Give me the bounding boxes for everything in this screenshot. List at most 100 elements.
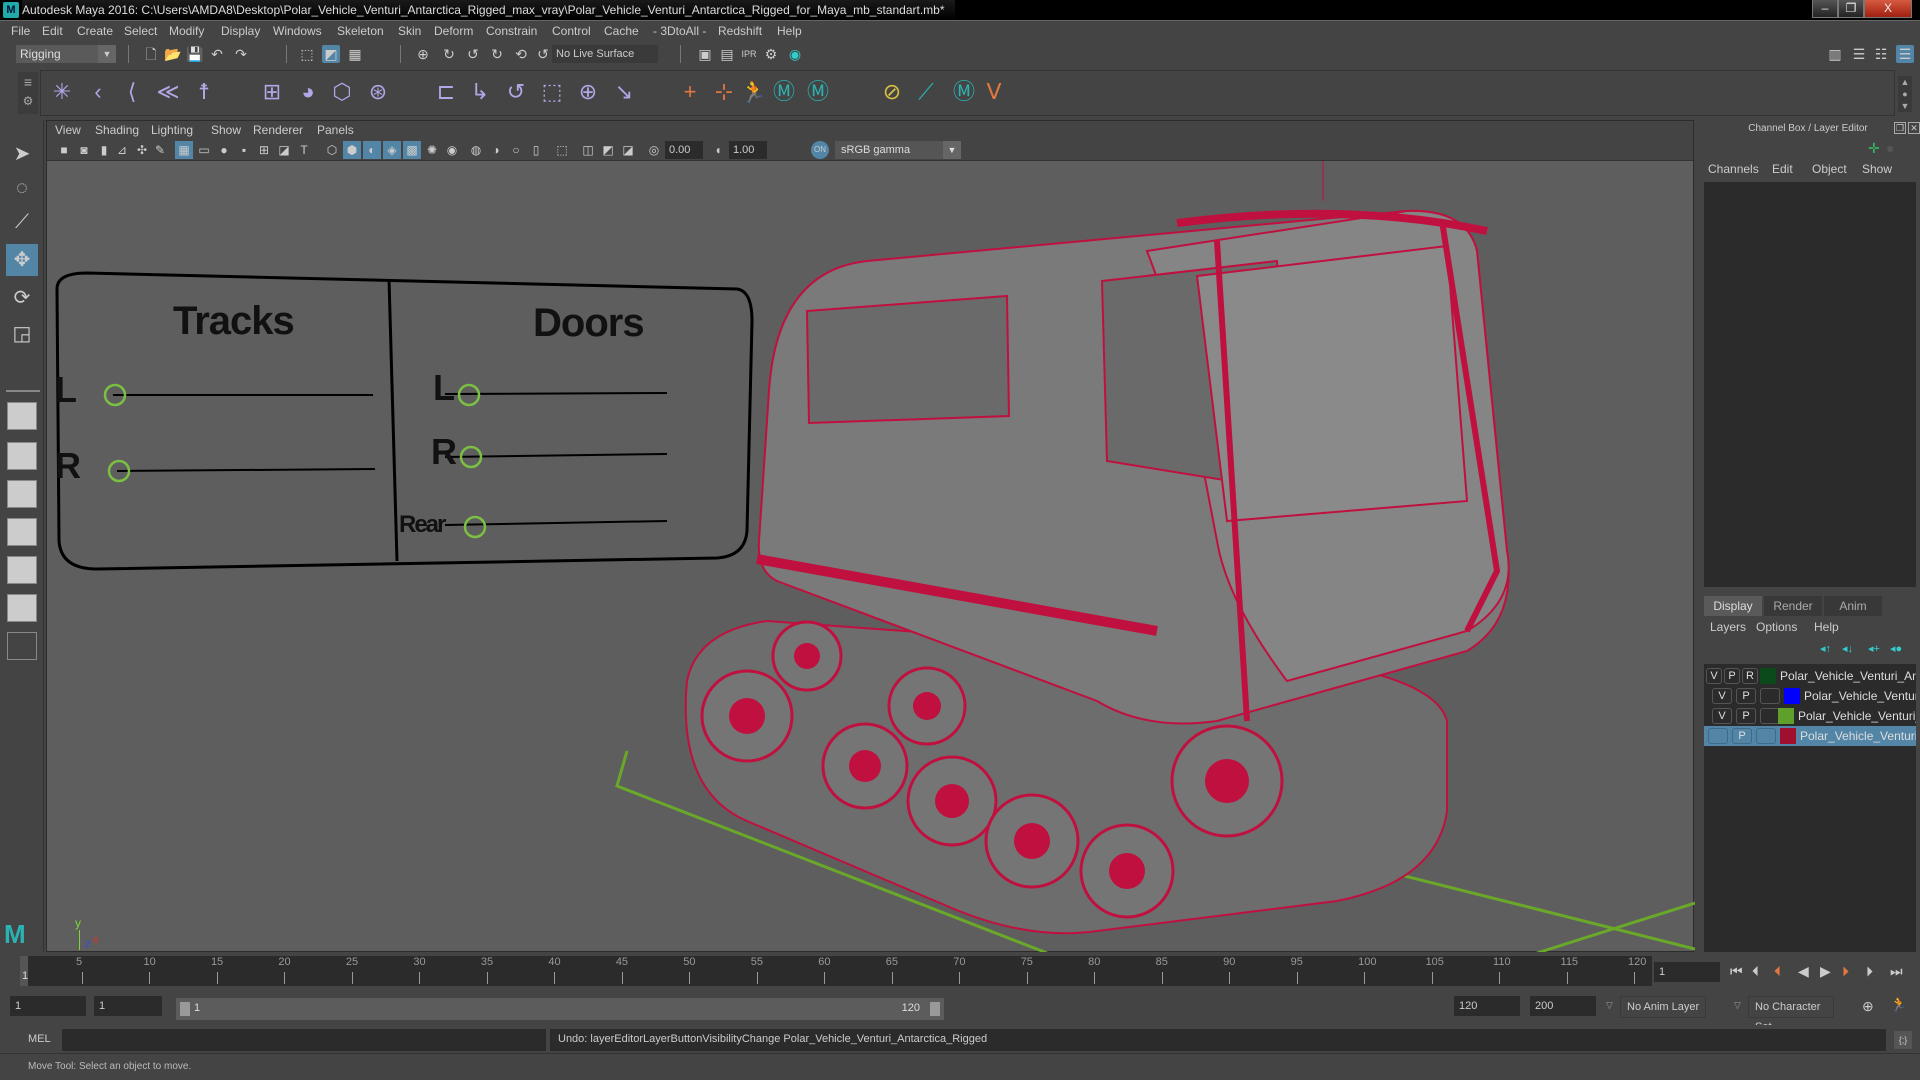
open-scene-icon[interactable]: 📂 [164,45,182,63]
render-settings-icon[interactable]: ⚙ [762,45,780,63]
isolate-select-icon[interactable]: ⬚ [553,141,571,159]
tab-render[interactable]: Render [1764,596,1822,616]
ssao-icon[interactable]: ◍ [467,141,485,159]
go-to-start-icon[interactable]: ⏮ [1730,963,1743,980]
menu-select[interactable]: Select [124,24,157,38]
undo-icon[interactable]: ↶ [208,45,226,63]
menu-redshift[interactable]: Redshift [718,24,762,38]
edit-menu[interactable]: Edit [1772,162,1793,176]
v-script-icon[interactable]: Ⅴ [980,78,1008,106]
hypershade-persp-layout-button[interactable] [7,556,37,584]
parent-constraint-icon[interactable]: ⊏ [432,78,460,106]
reference-toggle[interactable] [1756,728,1776,744]
xray-icon[interactable]: ▩ [403,141,421,159]
tool-settings-icon[interactable]: ☷ [1872,45,1890,63]
options-menu[interactable]: Options [1756,620,1797,634]
paint-weights-icon[interactable]: ⊘ [878,78,906,106]
viewport-menu-show[interactable]: Show [211,123,241,137]
render-view-icon[interactable]: ▣ [696,45,714,63]
range-start-handle[interactable] [180,1002,190,1016]
film-gate-icon[interactable]: ▭ [195,141,213,159]
layer-name[interactable]: Polar_Vehicle_Venturi_A [1798,709,1916,723]
menu-cache[interactable]: Cache [604,24,639,38]
hypershade-icon[interactable]: ◉ [786,45,804,63]
ipr-render-icon[interactable]: IPR [740,45,758,63]
play-backwards-icon[interactable]: ◀ [1798,963,1809,980]
shelf-scroll[interactable]: ▲ ● ▼ [1898,76,1912,112]
lasso-tool-icon[interactable]: ◌ [6,172,38,204]
visibility-toggle[interactable]: V [1712,708,1732,724]
persp-graph-hypershade-layout-button[interactable] [7,594,37,622]
redo-icon[interactable]: ↷ [232,45,250,63]
layer-name[interactable]: Polar_Vehicle_Venturi_Antarctica_Rigged [1780,669,1916,683]
camera-attributes-icon[interactable]: ◙ [75,141,93,159]
close-button[interactable]: X [1864,0,1912,18]
snap-point-icon[interactable]: ↺ [464,45,482,63]
snap-rotate-icon[interactable]: ↺ [534,45,552,63]
auto-key-icon[interactable]: ⊕ [1862,998,1874,1015]
layers-menu[interactable]: Layers [1710,620,1746,634]
bind-skin-icon[interactable]: ⊞ [258,78,286,106]
step-back-frame-icon[interactable]: ⏴ [1752,963,1759,980]
cluster-icon[interactable]: ⊛ [364,78,392,106]
color-space-dropdown[interactable]: sRGB gamma ▼ [835,141,961,159]
viewport-menu-lighting[interactable]: Lighting [151,123,193,137]
channel-box-layers-icon[interactable]: ☰ [1896,45,1914,63]
layer-color-swatch[interactable] [1784,688,1800,704]
visibility-toggle[interactable]: V [1712,688,1732,704]
maya-script-3-icon[interactable]: Ⓜ [950,78,978,106]
character-icon[interactable]: 🏃 [740,78,768,106]
layer-name[interactable]: Polar_Vehicle_Venturi_ [1800,729,1916,743]
bookmark-icon[interactable]: ▮ [95,141,113,159]
time-slider-track[interactable]: 1 5 10 15 20 25 30 35 40 45 50 55 60 65 70 75 80 85 90 95 1… [20,956,1652,986]
playback-end-field[interactable]: 120 [1454,996,1520,1016]
viewport-menu-renderer[interactable]: Renderer [253,123,303,137]
character-set-chevron-icon[interactable]: ▽ [1734,1000,1741,1011]
step-back-key-icon[interactable]: ⏴ [1774,963,1781,980]
reference-toggle[interactable] [1760,688,1780,704]
shadows-icon[interactable]: ◉ [443,141,461,159]
viewport-menu-view[interactable]: View [55,123,81,137]
new-layer-selected-icon[interactable]: ◂● [1890,642,1902,655]
sync-icon[interactable]: ● [1886,140,1894,156]
image-plane-icon[interactable]: ⊿ [113,141,131,159]
step-forward-key-icon[interactable]: ⏵ [1842,963,1849,980]
animation-start-field[interactable]: 1 [10,996,86,1016]
new-layer-icon[interactable]: ◂+ [1868,642,1880,655]
ik-spline-icon[interactable]: ⟨ [118,78,146,106]
menu-edit[interactable]: Edit [42,24,63,38]
menu-3dtoall[interactable]: - 3DtoAll - [653,24,706,38]
backface-icon[interactable]: ◪ [619,141,637,159]
snap-grid-icon[interactable]: ⊕ [414,45,432,63]
lattice-icon[interactable]: ⬡ [328,78,356,106]
layer-color-swatch[interactable] [1760,668,1776,684]
save-scene-icon[interactable]: 💾 [186,45,204,63]
exposure-field[interactable]: 0.00 [665,141,703,159]
menu-constrain[interactable]: Constrain [486,24,537,38]
wireframe-icon[interactable]: ⬡ [323,141,341,159]
menu-help[interactable]: Help [777,24,802,38]
viewport-menu-panels[interactable]: Panels [317,123,354,137]
live-surface-field[interactable]: No Live Surface [552,45,658,63]
object-menu[interactable]: Object [1812,162,1847,176]
ik-handle-icon[interactable]: ‹ [84,78,112,106]
pole-vector-icon[interactable]: ↘ [610,78,638,106]
motion-blur-icon[interactable]: ◑ [487,141,505,159]
layout-options-button[interactable] [7,632,37,660]
select-object-icon[interactable]: ◩ [322,45,340,63]
color-management-toggle[interactable]: ON [811,141,829,159]
humanik-icon[interactable]: ☨ [190,78,218,106]
grid-icon[interactable]: ▦ [175,141,193,159]
persp-graph-layout-button[interactable] [7,518,37,546]
channels-menu[interactable]: Channels [1708,162,1759,176]
visibility-toggle[interactable]: V [1706,668,1722,684]
viewport-persp[interactable]: View Shading Lighting Show Renderer Pane… [46,120,1696,987]
tab-display[interactable]: Display [1704,596,1762,616]
move-tool-icon[interactable]: ✥ [6,244,38,276]
anim-layer-dropdown[interactable]: No Anim Layer [1620,996,1706,1018]
layer-row[interactable]: V P R Polar_Vehicle_Venturi_Antarctica_R… [1704,666,1916,686]
time-slider[interactable]: 1 5 10 15 20 25 30 35 40 45 50 55 60 65 70 75 80 85 90 95 1… [0,952,1920,990]
smooth-shade-icon[interactable]: ⬢ [343,141,361,159]
playback-toggle[interactable]: P [1724,668,1740,684]
viewport-menu-shading[interactable]: Shading [95,123,139,137]
